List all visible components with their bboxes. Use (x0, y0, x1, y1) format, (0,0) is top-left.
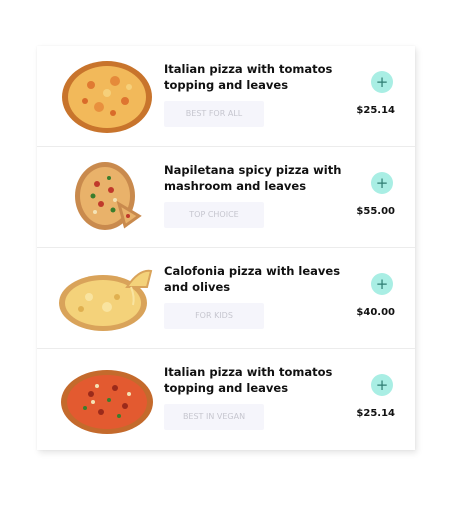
pizza-image (62, 61, 152, 133)
item-price: $25.14 (356, 408, 395, 419)
item-title: Italian pizza with tomatos topping and l… (164, 365, 333, 395)
list-item[interactable]: Italian pizza with tomatos topping and l… (37, 46, 415, 147)
item-price: $40.00 (356, 307, 395, 318)
item-price: $25.14 (356, 105, 395, 116)
list-item[interactable]: Italian pizza with tomatos topping and l… (37, 349, 415, 449)
item-tag: BEST FOR ALL (164, 101, 264, 127)
add-to-cart-button[interactable]: + (371, 71, 393, 93)
pizza-menu-card: Italian pizza with tomatos topping and l… (37, 46, 415, 450)
item-tag: FOR KIDS (164, 303, 264, 329)
item-tag: TOP CHOICE (164, 202, 264, 228)
pizza-image (61, 370, 153, 434)
plus-icon: + (375, 72, 389, 91)
list-item[interactable]: Napiletana spicy pizza with mashroom and… (37, 147, 415, 248)
add-to-cart-button[interactable]: + (371, 273, 393, 295)
item-title: Napiletana spicy pizza with mashroom and… (164, 163, 342, 193)
pizza-image (59, 269, 153, 331)
item-price: $55.00 (356, 206, 395, 217)
list-item[interactable]: Calofonia pizza with leaves and olives F… (37, 248, 415, 349)
plus-icon: + (375, 173, 389, 192)
plus-icon: + (375, 274, 389, 293)
add-to-cart-button[interactable]: + (371, 172, 393, 194)
pizza-image (75, 162, 142, 230)
item-tag: BEST IN VEGAN (164, 404, 264, 430)
plus-icon: + (375, 375, 389, 394)
item-title: Italian pizza with tomatos topping and l… (164, 62, 333, 92)
add-to-cart-button[interactable]: + (371, 374, 393, 396)
item-title: Calofonia pizza with leaves and olives (164, 264, 341, 294)
